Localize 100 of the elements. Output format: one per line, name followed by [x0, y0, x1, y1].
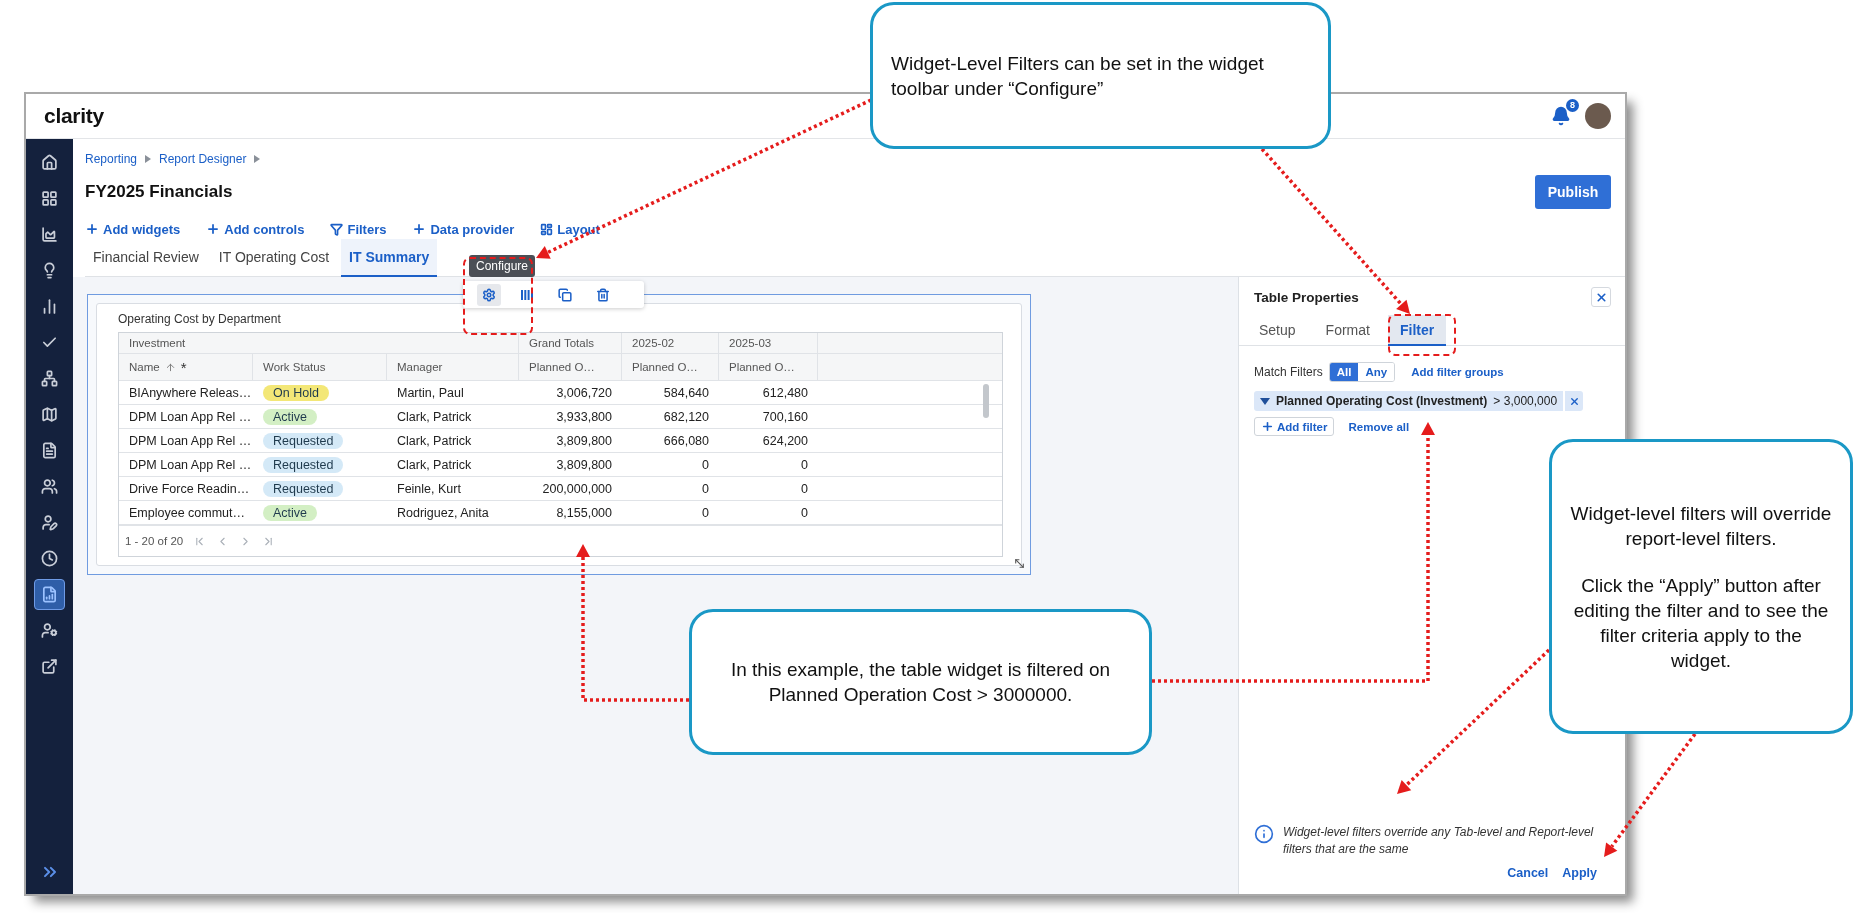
add-filter-button[interactable]: Add filter	[1254, 417, 1335, 436]
table-cell-text: Feinle, Kurt	[396, 481, 462, 496]
panel-button[interactable]: Apply	[1562, 866, 1597, 880]
table-cell-text: 200,000,000	[541, 481, 613, 496]
table-cell-text: 8,155,000	[555, 505, 613, 520]
notification-count: 8	[1566, 99, 1579, 112]
breadcrumb-link[interactable]: Reporting	[85, 152, 138, 166]
page-title: FY2025 Financials	[85, 182, 233, 202]
table-cell-text: 624,200	[761, 433, 809, 448]
widget-title: Operating Cost by Department	[118, 312, 282, 326]
scrollbar-thumb[interactable]	[983, 384, 989, 418]
pagination-count: 1 - 20 of 20	[125, 535, 184, 547]
table-cell-text: 584,640	[662, 385, 710, 400]
column-header[interactable]: Name	[129, 361, 160, 373]
column-header[interactable]: Manager	[397, 361, 443, 373]
match-filters-label: Match Filters	[1254, 365, 1323, 379]
plus-icon	[85, 222, 99, 236]
filter-chip[interactable]: Planned Operating Cost (Investment) > 3,000,000	[1254, 391, 1564, 411]
report-icon	[41, 586, 58, 603]
bar-chart-icon	[41, 298, 58, 315]
breadcrumb-separator-icon	[254, 155, 261, 163]
table-cell-text: BIAnywhere Releas…	[128, 385, 253, 400]
plus-icon	[1261, 420, 1274, 433]
plus-icon	[412, 222, 427, 236]
plus-icon	[206, 222, 221, 236]
status-tag: Requested	[263, 480, 344, 497]
column-header[interactable]: Planned O…	[529, 361, 595, 373]
user-settings-icon	[41, 622, 58, 639]
toolbar-button[interactable]: Layout	[540, 221, 600, 237]
area-chart-icon	[41, 226, 58, 243]
bell-icon[interactable]	[1551, 106, 1571, 126]
column-header[interactable]: Work Status	[263, 361, 326, 373]
table-cell-text: DPM Loan App Rel …	[128, 433, 253, 448]
lightbulb-icon	[41, 262, 58, 279]
close-button[interactable]	[1591, 287, 1611, 307]
column-header[interactable]: Planned O…	[729, 361, 795, 373]
caret-icon	[1260, 397, 1270, 405]
grid-icon	[41, 190, 58, 207]
close-icon	[1594, 290, 1608, 304]
toolbar-button[interactable]: Data provider	[412, 221, 515, 237]
table-cell-text: 3,809,800	[555, 457, 613, 472]
filter-icon	[330, 222, 344, 236]
app-logo: clarity	[44, 104, 104, 128]
map-icon	[41, 406, 58, 423]
remove-filter-button[interactable]	[1565, 391, 1584, 411]
panel-button[interactable]: Cancel	[1507, 866, 1549, 880]
table-cell-text: 0	[800, 481, 809, 496]
tooltip: Configure	[469, 255, 536, 277]
resize-handle-icon[interactable]	[1013, 557, 1026, 570]
table-cell-text: Clark, Patrick	[396, 457, 473, 472]
toolbar-button[interactable]: Add widgets	[85, 221, 181, 237]
report-tab[interactable]: IT Summary	[341, 239, 438, 277]
remove-all-link[interactable]: Remove all	[1348, 420, 1410, 433]
column-marker: *	[180, 358, 187, 376]
hierarchy-icon	[41, 370, 58, 387]
breadcrumb-separator-icon	[145, 155, 152, 163]
column-group-header: 2025-02	[622, 333, 719, 353]
report-tab[interactable]: IT Operating Cost	[210, 239, 338, 277]
table-cell-text: 0	[701, 457, 710, 472]
panel-tab[interactable]: Setup	[1247, 315, 1308, 346]
clock-icon	[41, 550, 58, 567]
toolbar-button[interactable]: Add controls	[206, 221, 305, 237]
toolbar-button[interactable]: Filters	[330, 221, 387, 237]
table-cell-text: 3,933,800	[555, 409, 613, 424]
people-icon	[41, 478, 58, 495]
column-group-header: 2025-03	[719, 333, 818, 353]
callout-text: Click the “Apply” button after editing the filter and to see the filter criteria apply to the widget.	[1572, 573, 1830, 673]
highlight-frame	[1388, 314, 1456, 356]
info-icon	[1254, 824, 1274, 844]
column-group-header: Grand Totals	[519, 333, 622, 353]
layout-icon	[540, 222, 554, 236]
panel-tab[interactable]: Filter	[1387, 315, 1447, 346]
table-cell-text: 0	[800, 505, 809, 520]
callout-text: In this example, the table widget is filtered on Planned Operation Cost > 3000000.	[729, 658, 1112, 707]
external-link-icon	[41, 658, 58, 675]
table-cell-text: 612,480	[761, 385, 809, 400]
table-cell-text: Employee commut…	[128, 505, 246, 520]
breadcrumb-link[interactable]: Report Designer	[159, 152, 247, 166]
status-tag: Active	[263, 504, 318, 521]
report-tab[interactable]: Financial Review	[85, 239, 207, 277]
gear-icon[interactable]	[477, 283, 501, 306]
table-cell-text: 0	[701, 481, 710, 496]
table-cell-text: Clark, Patrick	[396, 409, 473, 424]
sort-up-icon	[164, 361, 176, 373]
avatar[interactable]	[1585, 103, 1611, 129]
info-note: Widget-level filters override any Tab-level and Report-level filters that are the same	[1283, 824, 1595, 858]
column-header[interactable]: Planned O…	[632, 361, 698, 373]
table-cell-text: Rodriguez, Anita	[396, 505, 490, 520]
add-filter-groups-link[interactable]: Add filter groups	[1411, 366, 1504, 378]
panel-tab[interactable]: Format	[1313, 315, 1382, 346]
table-cell-text: DPM Loan App Rel …	[128, 457, 253, 472]
status-tag: On Hold	[263, 384, 329, 401]
table-cell-text: Drive Force Readin…	[128, 481, 251, 496]
document-icon	[41, 442, 58, 459]
match-option[interactable]: All	[1329, 363, 1359, 381]
table-cell-text: 0	[800, 457, 809, 472]
callout-text: Widget-level filters will override report-level filters.	[1570, 501, 1832, 551]
table-cell-text: 666,080	[662, 433, 710, 448]
publish-button[interactable]: Publish	[1535, 175, 1611, 209]
table-cell-text: 0	[701, 505, 710, 520]
